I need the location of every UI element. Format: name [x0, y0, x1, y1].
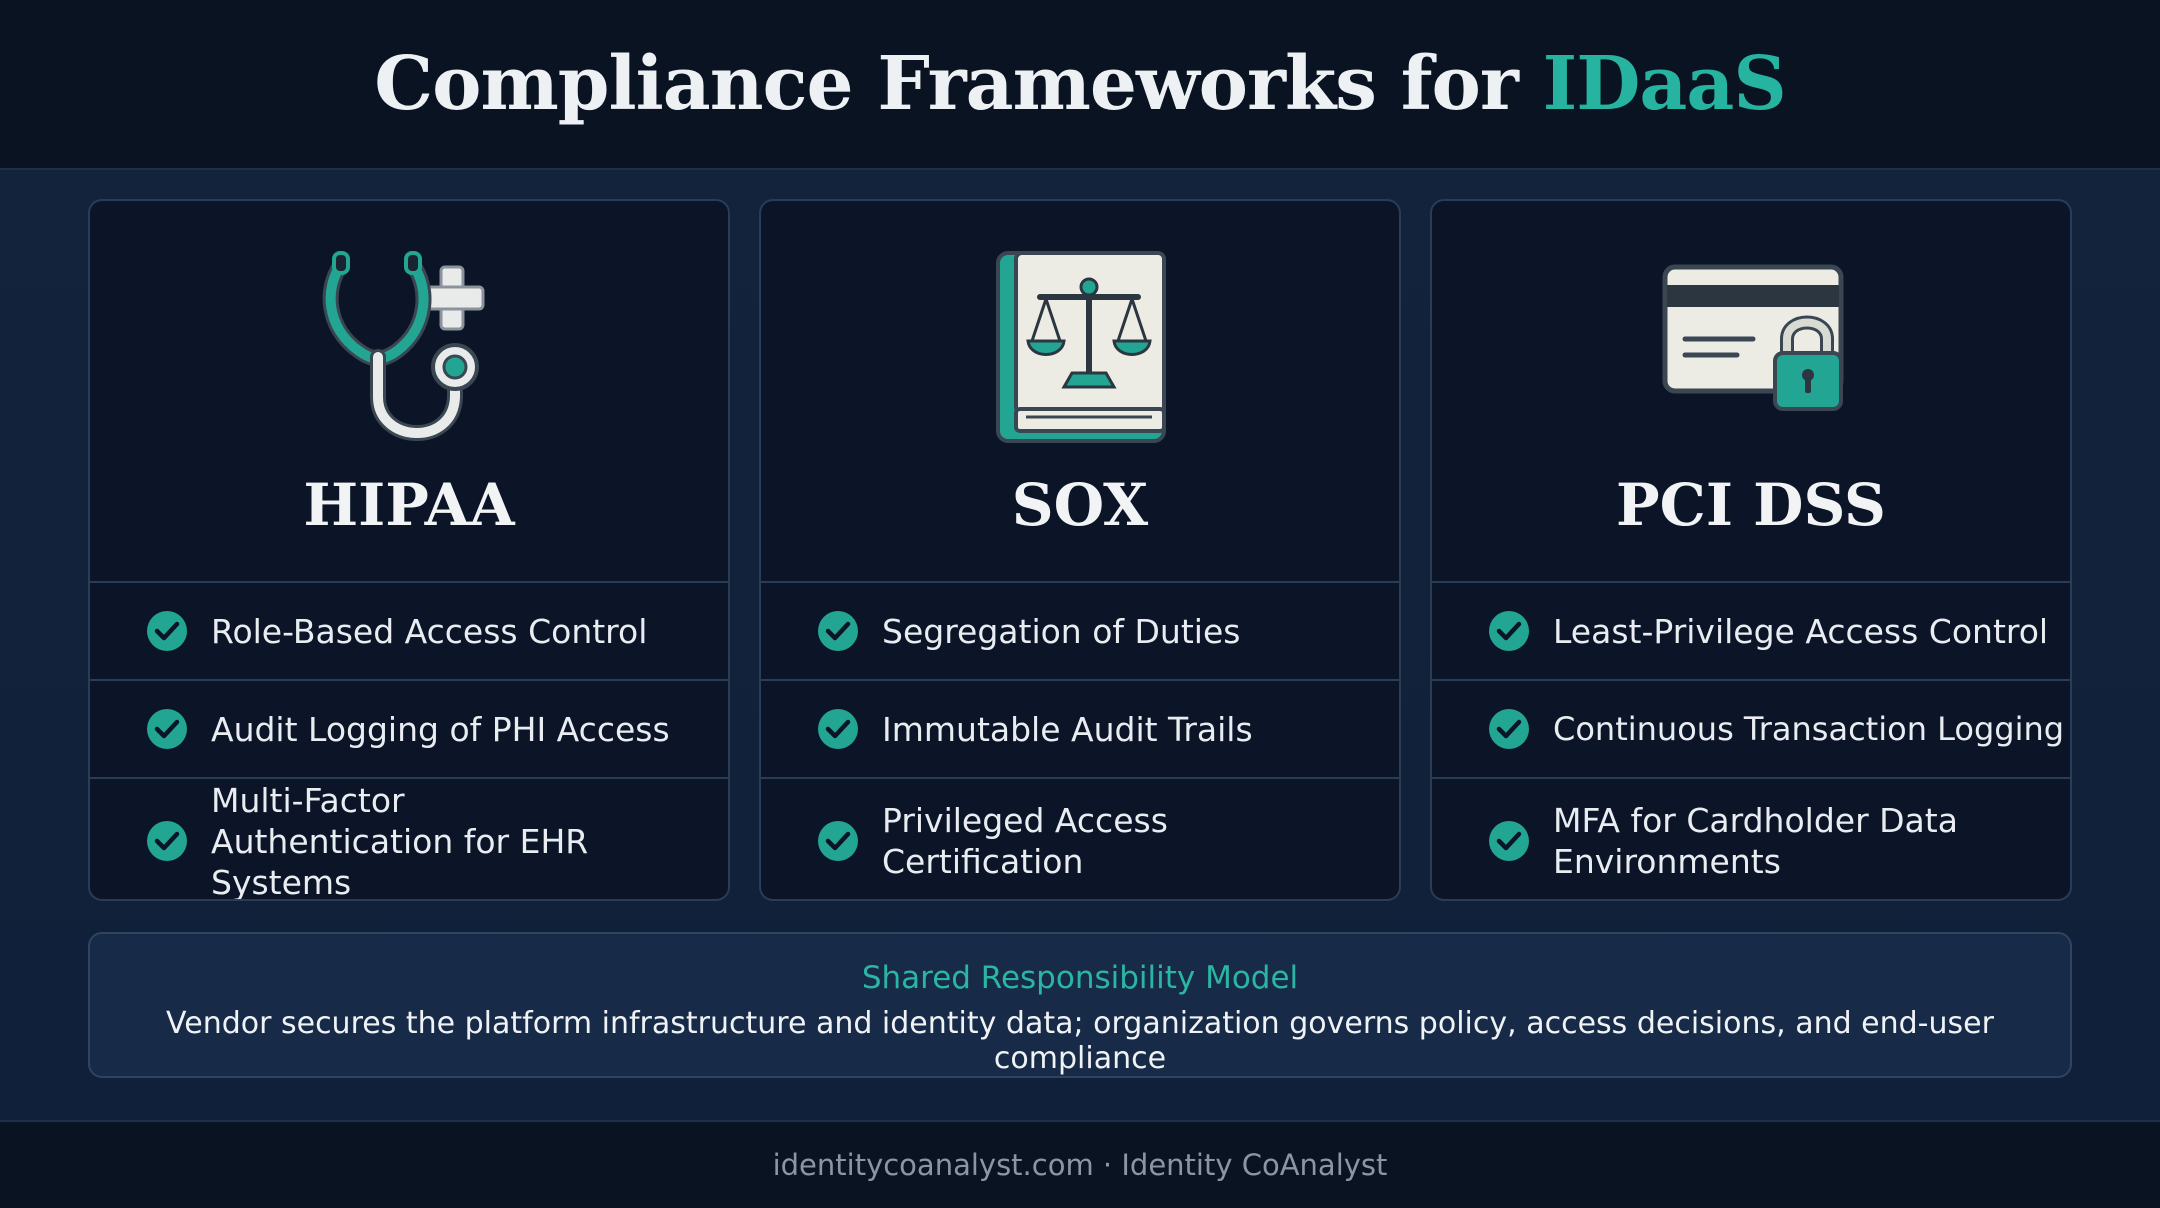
list-item-text: Audit Logging of PHI Access [211, 709, 670, 749]
check-icon [818, 611, 858, 651]
check-icon [147, 821, 187, 861]
list-item-text: Privileged Access Certification [882, 801, 1168, 881]
check-icon [147, 709, 187, 749]
card-header: PCI DSS [1432, 201, 2070, 581]
card-sox: SOX Segregation of Duties Immutable Audi… [759, 199, 1401, 901]
list-item-text: Multi-Factor Authentication for EHR Syst… [211, 780, 589, 901]
stethoscope-plus-icon [311, 247, 511, 447]
page-title-accent: IDaaS [1542, 41, 1787, 127]
check-icon [818, 821, 858, 861]
list-item: Least-Privilege Access Control [1432, 581, 2070, 679]
list-item: Audit Logging of PHI Access [90, 679, 728, 777]
list-item-text: MFA for Cardholder Data Environments [1553, 801, 1958, 881]
check-icon [1489, 709, 1529, 749]
list-item: Immutable Audit Trails [761, 679, 1399, 777]
list-item: Segregation of Duties [761, 581, 1399, 679]
page-title: Compliance Frameworks for IDaaS [374, 41, 1787, 127]
footer: identitycoanalyst.com · Identity CoAnaly… [0, 1120, 2160, 1208]
check-icon [147, 611, 187, 651]
list-item-text: Segregation of Duties [882, 611, 1241, 651]
credit-card-lock-icon [1653, 247, 1853, 447]
card-header: SOX [761, 201, 1399, 581]
footer-text: identitycoanalyst.com · Identity CoAnaly… [772, 1148, 1388, 1182]
list-item-text: Least-Privilege Access Control [1553, 611, 2049, 651]
framework-cards: HIPAA Role-Based Access Control Audit Lo… [88, 199, 2072, 903]
main-area: HIPAA Role-Based Access Control Audit Lo… [0, 170, 2160, 1120]
list-item: MFA for Cardholder Data Environments [1432, 777, 2070, 899]
card-title: PCI DSS [1616, 471, 1886, 539]
list-item: Privileged Access Certification [761, 777, 1399, 899]
check-icon [1489, 821, 1529, 861]
shared-responsibility-box: Shared Responsibility Model Vendor secur… [88, 932, 2072, 1078]
check-icon [1489, 611, 1529, 651]
shared-responsibility-title: Shared Responsibility Model [861, 960, 1299, 996]
page-title-main: Compliance Frameworks for [374, 41, 1543, 127]
card-header: HIPAA [90, 201, 728, 581]
list-item: Multi-Factor Authentication for EHR Syst… [90, 777, 728, 901]
list-item-text: Continuous Transaction Logging [1553, 709, 2065, 748]
check-icon [818, 709, 858, 749]
card-title: SOX [1011, 471, 1149, 539]
list-item-text: Immutable Audit Trails [882, 709, 1253, 749]
list-item-text: Role-Based Access Control [211, 611, 648, 651]
list-item: Role-Based Access Control [90, 581, 728, 679]
card-title: HIPAA [303, 471, 515, 539]
list-item: Continuous Transaction Logging [1432, 679, 2070, 777]
card-pci-dss: PCI DSS Least-Privilege Access Control C… [1430, 199, 2072, 901]
shared-responsibility-text: Vendor secures the platform infrastructu… [166, 1006, 1994, 1076]
card-hipaa: HIPAA Role-Based Access Control Audit Lo… [88, 199, 730, 901]
header: Compliance Frameworks for IDaaS [0, 0, 2160, 170]
scales-book-icon [982, 247, 1182, 447]
